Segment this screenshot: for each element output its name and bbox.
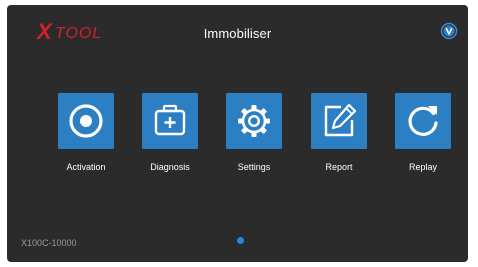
header-bar: X TOOL Immobiliser xyxy=(7,5,468,57)
app-replay[interactable]: Replay xyxy=(381,93,465,183)
app-label: Settings xyxy=(237,162,271,172)
app-diagnosis[interactable]: Diagnosis xyxy=(128,93,212,183)
app-label: Activation xyxy=(66,162,106,172)
app-report[interactable]: Report xyxy=(297,93,381,183)
page-indicator-dot[interactable] xyxy=(237,237,244,244)
target-circle-icon xyxy=(69,104,103,138)
device-model-label: X100C-10000 xyxy=(21,238,77,248)
gear-icon xyxy=(238,105,270,137)
app-settings[interactable]: Settings xyxy=(212,93,296,183)
app-label: Replay xyxy=(408,162,437,172)
app-tile[interactable] xyxy=(142,93,198,149)
app-tile[interactable] xyxy=(226,93,282,149)
app-label: Report xyxy=(325,162,353,172)
v-circle-icon[interactable] xyxy=(440,22,458,40)
app-activation[interactable]: Activation xyxy=(44,93,128,183)
app-tile[interactable] xyxy=(58,93,114,149)
app-tile[interactable] xyxy=(395,93,451,149)
app-grid: Activation Diagnosis Settings Report Rep… xyxy=(7,93,468,183)
edit-document-icon xyxy=(324,103,357,137)
app-tile[interactable] xyxy=(311,93,367,149)
device-frame: X TOOL Immobiliser Activation Diagnosis … xyxy=(0,0,478,267)
app-label: Diagnosis xyxy=(150,162,190,172)
replay-arrow-icon xyxy=(408,106,438,136)
app-screen: X TOOL Immobiliser Activation Diagnosis … xyxy=(7,5,468,262)
medical-kit-icon xyxy=(154,104,186,136)
page-title: Immobiliser xyxy=(203,26,272,41)
